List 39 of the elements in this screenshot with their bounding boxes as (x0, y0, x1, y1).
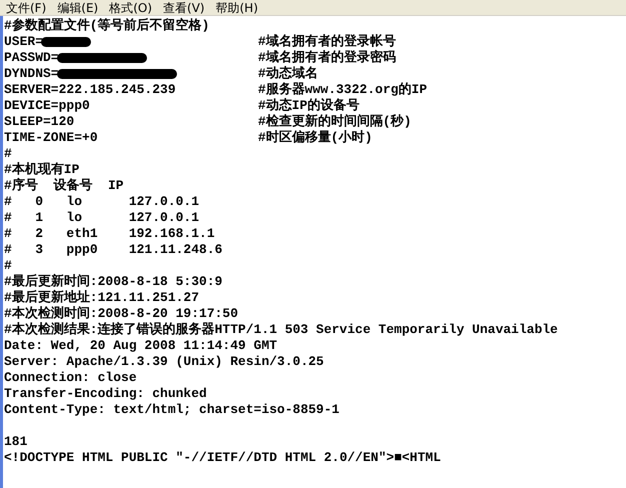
menu-item[interactable]: 文件(F) (4, 0, 56, 14)
setting-text: DEVICE=ppp0 (4, 98, 90, 114)
setting-text: USER= (4, 34, 44, 50)
text-line: #本次检测时间:2008-8-20 19:17:50 (4, 306, 238, 322)
menu-item[interactable]: 查看(V) (161, 0, 214, 14)
comment-text: #服务器www.3322.org的IP (258, 82, 428, 98)
setting-text: TIME-ZONE=+0 (4, 130, 98, 146)
comment-text: #域名拥有者的登录密码 (258, 50, 396, 66)
text-line: # 1 lo 127.0.0.1 (4, 210, 200, 226)
text-line: #本次检测结果:连接了错误的服务器HTTP/1.1 503 Service Temporarily Unavailable (4, 322, 558, 338)
menu-item[interactable]: 格式(O) (107, 0, 162, 14)
setting-text: SLEEP=120 (4, 114, 74, 130)
text-line: #本机现有IP (4, 162, 80, 178)
comment-text: #动态IP的设备号 (258, 98, 360, 114)
menu-item[interactable]: 编辑(E) (55, 0, 108, 14)
comment-text: #时区偏移量(小时) (258, 130, 372, 146)
menu-item[interactable]: 帮助(H) (214, 0, 267, 14)
text-line: # (4, 258, 12, 274)
setting-text: SERVER=222.185.245.239 (4, 82, 176, 98)
text-line: Connection: close (4, 370, 137, 386)
comment-text: #域名拥有者的登录帐号 (258, 34, 396, 50)
text-line: #序号 设备号 IP (4, 178, 124, 194)
text-line: #参数配置文件(等号前后不留空格) (4, 18, 210, 34)
comment-text: #检查更新的时间间隔(秒) (258, 114, 412, 130)
text-line: <!DOCTYPE HTML PUBLIC "-//IETF//DTD HTML 2.0//EN">■<HTML (4, 450, 441, 466)
text-line: # 0 lo 127.0.0.1 (4, 194, 200, 210)
text-line: #最后更新时间:2008-8-18 5:30:9 (4, 274, 222, 290)
text-line: Date: Wed, 20 Aug 2008 11:14:49 GMT (4, 338, 278, 354)
setting-text: DYNDNS= (4, 66, 59, 82)
text-line: # (4, 146, 12, 162)
setting-text: PASSWD= (4, 50, 59, 66)
text-line: Content-Type: text/html; charset=iso-8859-1 (4, 402, 340, 418)
text-line: # 3 ppp0 121.11.248.6 (4, 242, 222, 258)
comment-text: #动态域名 (258, 66, 318, 82)
text-line: Server: Apache/1.3.39 (Unix) Resin/3.0.25 (4, 354, 324, 370)
text-line: 181 (4, 434, 28, 450)
text-line: Transfer-Encoding: chunked (4, 386, 207, 402)
text-line: #最后更新地址:121.11.251.27 (4, 290, 200, 306)
text-line: # 2 eth1 192.168.1.1 (4, 226, 215, 242)
